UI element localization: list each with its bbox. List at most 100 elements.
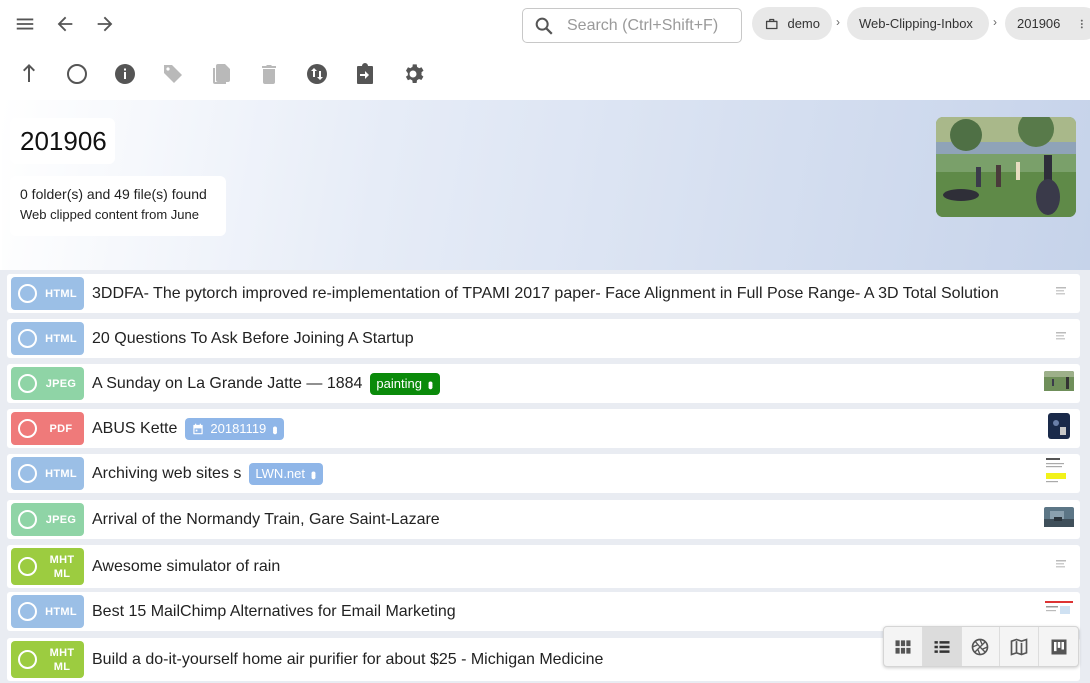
calendar-icon bbox=[193, 423, 204, 434]
breadcrumb-location[interactable]: demo bbox=[752, 7, 832, 40]
tag-label: LWN.net bbox=[255, 466, 305, 481]
tag-label: 20181119 bbox=[210, 421, 267, 436]
file-extension: HTML bbox=[45, 332, 77, 345]
file-extension: PDF bbox=[49, 422, 73, 435]
file-name: Archiving web sites s bbox=[92, 464, 242, 482]
tag-menu-icon[interactable]: ••• bbox=[423, 381, 439, 387]
file-extension: HTML bbox=[45, 287, 77, 300]
import-icon[interactable] bbox=[350, 59, 380, 89]
file-thumbnail[interactable] bbox=[1044, 371, 1074, 396]
search-box[interactable] bbox=[522, 8, 742, 43]
list-icon[interactable] bbox=[922, 627, 962, 666]
file-row[interactable]: JPEG Arrival of the Normandy Train, Gare … bbox=[7, 500, 1080, 539]
search-input[interactable] bbox=[565, 15, 735, 36]
file-type-badge[interactable]: JPEG bbox=[11, 367, 84, 400]
briefcase-icon bbox=[765, 18, 778, 29]
breadcrumb-separator: › bbox=[993, 15, 997, 29]
file-name: Best 15 MailChimp Alternatives for Email… bbox=[92, 602, 456, 620]
file-name-container: Awesome simulator of rain bbox=[92, 558, 280, 576]
file-type-badge[interactable]: HTML bbox=[11, 277, 84, 310]
select-checkbox-icon[interactable] bbox=[18, 509, 37, 529]
file-name-container: Build a do-it-yourself home air purifier… bbox=[92, 651, 603, 669]
parent-directory-icon[interactable] bbox=[14, 59, 44, 89]
info-icon[interactable] bbox=[110, 59, 140, 89]
file-name-container: A Sunday on La Grande Jatte — 1884 painti… bbox=[92, 372, 440, 395]
directory-title: 201906 bbox=[10, 118, 115, 164]
file-row[interactable]: PDF ABUS Kette 20181119 ••• bbox=[7, 409, 1080, 448]
file-count: 0 folder(s) and 49 file(s) found bbox=[20, 186, 207, 202]
breadcrumb-current[interactable]: 201906 bbox=[1005, 7, 1090, 40]
breadcrumb-folder[interactable]: Web-Clipping-Inbox bbox=[847, 7, 989, 40]
select-checkbox-icon[interactable] bbox=[18, 283, 37, 303]
file-name-container: ABUS Kette 20181119 ••• bbox=[92, 417, 285, 440]
file-type-badge[interactable]: HTML bbox=[11, 595, 84, 628]
sort-icon[interactable] bbox=[302, 59, 332, 89]
file-name-container: Best 15 MailChimp Alternatives for Email… bbox=[92, 603, 456, 621]
file-thumbnail[interactable] bbox=[1044, 507, 1074, 532]
file-extension: HTML bbox=[45, 467, 77, 480]
copy-icon[interactable] bbox=[206, 59, 236, 89]
select-checkbox-icon[interactable] bbox=[18, 463, 37, 483]
file-type-badge[interactable]: JPEG bbox=[11, 503, 84, 536]
forward-arrow-icon[interactable] bbox=[90, 9, 120, 39]
file-type-badge[interactable]: MHTML bbox=[11, 548, 84, 585]
file-thumbnail[interactable] bbox=[1044, 411, 1074, 446]
kanban-icon[interactable] bbox=[1039, 627, 1078, 666]
file-type-badge[interactable]: HTML bbox=[11, 322, 84, 355]
file-row[interactable]: MHTML Awesome simulator of rain bbox=[7, 545, 1080, 588]
tag-chip[interactable]: LWN.net ••• bbox=[249, 462, 323, 485]
file-name-container: Arrival of the Normandy Train, Gare Sain… bbox=[92, 511, 440, 529]
select-checkbox-icon[interactable] bbox=[18, 601, 37, 621]
select-checkbox-icon[interactable] bbox=[18, 556, 37, 576]
directory-thumbnail[interactable] bbox=[936, 117, 1076, 217]
delete-icon[interactable] bbox=[254, 59, 284, 89]
back-arrow-icon[interactable] bbox=[50, 9, 80, 39]
file-type-badge[interactable]: HTML bbox=[11, 457, 84, 490]
file-row[interactable]: HTML 3DDFA- The pytorch improved re-imple… bbox=[7, 274, 1080, 313]
file-extension: HTML bbox=[45, 605, 77, 618]
file-name: Arrival of the Normandy Train, Gare Sain… bbox=[92, 510, 440, 528]
tag-menu-icon[interactable]: ••• bbox=[306, 471, 322, 477]
file-row[interactable]: HTML 20 Questions To Ask Before Joining A… bbox=[7, 319, 1080, 358]
file-name-container: 20 Questions To Ask Before Joining A Sta… bbox=[92, 330, 414, 348]
select-checkbox-icon[interactable] bbox=[18, 373, 37, 393]
file-thumbnail[interactable] bbox=[1044, 456, 1074, 491]
breadcrumb-label: 201906 bbox=[1017, 16, 1061, 31]
tag-menu-icon[interactable]: ••• bbox=[267, 426, 283, 432]
directory-description: Web clipped content from June bbox=[20, 207, 199, 222]
tag-chip[interactable]: painting ••• bbox=[370, 372, 440, 395]
breadcrumb-label: Web-Clipping-Inbox bbox=[859, 16, 973, 31]
select-all-icon[interactable] bbox=[62, 59, 92, 89]
settings-icon[interactable] bbox=[398, 59, 428, 89]
file-row[interactable]: JPEG A Sunday on La Grande Jatte — 1884 pa… bbox=[7, 364, 1080, 403]
select-checkbox-icon[interactable] bbox=[18, 418, 37, 438]
tag-icon[interactable] bbox=[158, 59, 188, 89]
directory-info: 0 folder(s) and 49 file(s) found Web cli… bbox=[10, 176, 226, 236]
menu-icon[interactable] bbox=[10, 9, 40, 39]
file-name: A Sunday on La Grande Jatte — 1884 bbox=[92, 374, 363, 392]
grid-icon[interactable] bbox=[884, 627, 923, 666]
file-extension: MHTML bbox=[49, 646, 75, 673]
select-checkbox-icon[interactable] bbox=[18, 328, 37, 348]
gallery-icon[interactable] bbox=[962, 627, 1001, 666]
search-icon bbox=[535, 17, 553, 35]
file-extension: JPEG bbox=[45, 377, 77, 390]
select-checkbox-icon[interactable] bbox=[18, 649, 37, 669]
file-type-badge[interactable]: MHTML bbox=[11, 641, 84, 678]
file-toolbar bbox=[0, 50, 1090, 100]
file-thumbnail[interactable] bbox=[1044, 326, 1074, 351]
file-row[interactable]: HTML Archiving web sites s LWN.net ••• bbox=[7, 454, 1080, 493]
tag-chip[interactable]: 20181119 ••• bbox=[185, 417, 285, 440]
top-bar: demo › Web-Clipping-Inbox › 201906 bbox=[0, 0, 1090, 50]
perspective-switcher bbox=[883, 626, 1079, 667]
file-thumbnail[interactable] bbox=[1044, 554, 1074, 579]
file-thumbnail[interactable] bbox=[1044, 599, 1074, 624]
more-vertical-icon[interactable] bbox=[1076, 16, 1088, 32]
file-type-badge[interactable]: PDF bbox=[11, 412, 84, 445]
file-name-container: 3DDFA- The pytorch improved re-implement… bbox=[92, 285, 999, 303]
file-extension: JPEG bbox=[45, 513, 77, 526]
breadcrumb-label: demo bbox=[787, 16, 820, 31]
file-name-container: Archiving web sites s LWN.net ••• bbox=[92, 462, 323, 485]
map-icon[interactable] bbox=[1000, 627, 1040, 666]
file-thumbnail[interactable] bbox=[1044, 281, 1074, 306]
